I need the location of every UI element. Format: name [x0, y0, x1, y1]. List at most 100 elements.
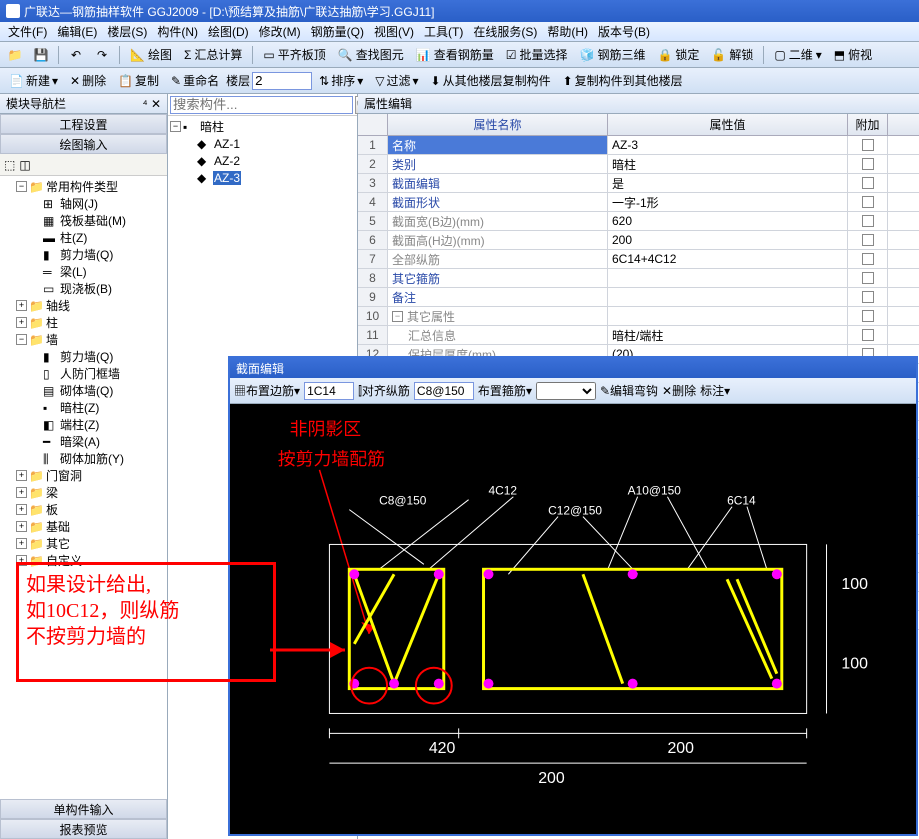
property-row[interactable]: 1名称AZ-3: [358, 136, 919, 155]
unlock-button[interactable]: 🔓解锁: [707, 44, 757, 65]
search-input[interactable]: [170, 96, 353, 114]
sort-button[interactable]: ⇅排序▾: [314, 70, 368, 91]
open-icon[interactable]: 📁: [4, 44, 26, 66]
copy-button[interactable]: 📋复制: [113, 70, 164, 91]
rebar-3d-button[interactable]: 🧊钢筋三维: [575, 44, 649, 65]
subtree-item[interactable]: ◆AZ-1: [170, 135, 355, 152]
tree-item[interactable]: ═梁(L): [2, 263, 165, 280]
prop-extra-checkbox[interactable]: [848, 231, 888, 249]
menu-floor[interactable]: 楼层(S): [103, 22, 151, 41]
prop-extra-checkbox[interactable]: [848, 326, 888, 344]
prop-value[interactable]: [608, 307, 848, 325]
tree-item[interactable]: +📁门窗洞: [2, 467, 165, 484]
prop-value[interactable]: 一字-1形: [608, 193, 848, 211]
menu-version[interactable]: 版本号(B): [594, 22, 654, 41]
save-icon[interactable]: 💾: [30, 44, 52, 66]
tree-item[interactable]: ▪暗柱(Z): [2, 399, 165, 416]
expand-icon[interactable]: +: [16, 300, 27, 311]
prop-extra-checkbox[interactable]: [848, 174, 888, 192]
find-element-button[interactable]: 🔍查找图元: [334, 44, 408, 65]
expand-icon[interactable]: −: [16, 334, 27, 345]
annotation-button[interactable]: 标注▾: [700, 382, 730, 399]
menu-view[interactable]: 视图(V): [370, 22, 418, 41]
tree-item[interactable]: −📁墙: [2, 331, 165, 348]
tree-item[interactable]: ▮剪力墙(Q): [2, 246, 165, 263]
new-button[interactable]: 📄新建▾: [4, 70, 63, 91]
filter-button[interactable]: ▽过滤▾: [370, 70, 423, 91]
align-rebar-button[interactable]: ⫿对齐纵筋: [358, 382, 410, 399]
summary-button[interactable]: Σ汇总计算: [180, 44, 246, 65]
prop-value[interactable]: 6C14+4C12: [608, 250, 848, 268]
subtree-item[interactable]: ◆AZ-2: [170, 152, 355, 169]
se-delete-button[interactable]: ✕删除: [662, 382, 696, 399]
floor-input[interactable]: [252, 72, 312, 90]
prop-extra-checkbox[interactable]: [848, 307, 888, 325]
property-row[interactable]: 11汇总信息暗柱/端柱: [358, 326, 919, 345]
draw-button[interactable]: 📐绘图: [126, 44, 176, 65]
tree-item[interactable]: ⊞轴网(J): [2, 195, 165, 212]
prop-extra-checkbox[interactable]: [848, 269, 888, 287]
place-stirrup-button[interactable]: 布置箍筋▾: [478, 382, 532, 399]
tree-item[interactable]: +📁板: [2, 501, 165, 518]
menu-help[interactable]: 帮助(H): [543, 22, 592, 41]
lock-button[interactable]: 🔒锁定: [653, 44, 703, 65]
accordion-draw-input[interactable]: 绘图输入: [0, 134, 167, 154]
expand-icon[interactable]: +: [16, 538, 27, 549]
accordion-project-settings[interactable]: 工程设置: [0, 114, 167, 134]
prop-extra-checkbox[interactable]: [848, 288, 888, 306]
layer-icon[interactable]: ⬚: [4, 158, 15, 172]
section-canvas[interactable]: 非阴影区 按剪力墙配筋 C8@150 4C12 C12@150 A10@150 …: [230, 404, 916, 834]
property-row[interactable]: 9备注: [358, 288, 919, 307]
tree-item[interactable]: ▮剪力墙(Q): [2, 348, 165, 365]
expand-icon[interactable]: +: [16, 504, 27, 515]
stirrup-input[interactable]: [414, 382, 474, 400]
subtree-item[interactable]: ◆AZ-3: [170, 169, 355, 186]
flat-slab-button[interactable]: ▭平齐板顶: [259, 44, 329, 65]
prop-extra-checkbox[interactable]: [848, 250, 888, 268]
property-row[interactable]: 10−其它属性: [358, 307, 919, 326]
expand-icon[interactable]: −: [16, 181, 27, 192]
expand-icon[interactable]: +: [16, 317, 27, 328]
tree-item[interactable]: +📁梁: [2, 484, 165, 501]
expand-icon[interactable]: +: [16, 521, 27, 532]
property-row[interactable]: 2类别暗柱: [358, 155, 919, 174]
prop-value[interactable]: 200: [608, 231, 848, 249]
expand-icon[interactable]: +: [16, 470, 27, 481]
prop-value[interactable]: [608, 269, 848, 287]
property-row[interactable]: 7全部纵筋6C14+4C12: [358, 250, 919, 269]
property-row[interactable]: 4截面形状一字-1形: [358, 193, 919, 212]
tree-item[interactable]: +📁其它: [2, 535, 165, 552]
undo-icon[interactable]: ↶: [65, 44, 87, 66]
subtree-root[interactable]: −▪暗柱: [170, 118, 355, 135]
prop-extra-checkbox[interactable]: [848, 136, 888, 154]
layer2-icon[interactable]: ◫: [19, 158, 30, 172]
prop-extra-checkbox[interactable]: [848, 212, 888, 230]
menu-modify[interactable]: 修改(M): [255, 22, 305, 41]
edge-rebar-input[interactable]: [304, 382, 354, 400]
delete-button[interactable]: ✕删除: [65, 70, 111, 91]
prop-value[interactable]: AZ-3: [608, 136, 848, 154]
menu-online[interactable]: 在线服务(S): [469, 22, 541, 41]
prop-value[interactable]: [608, 288, 848, 306]
tree-item[interactable]: −📁常用构件类型: [2, 178, 165, 195]
menu-file[interactable]: 文件(F): [4, 22, 51, 41]
menu-rebar[interactable]: 钢筋量(Q): [307, 22, 368, 41]
copy-to-floor-button[interactable]: ⬆复制构件到其他楼层: [558, 70, 688, 91]
nav-close-icon[interactable]: ⁴ ✕: [142, 97, 161, 111]
menu-tools[interactable]: 工具(T): [420, 22, 467, 41]
component-type-tree[interactable]: −📁常用构件类型⊞轴网(J)▦筏板基础(M)▬柱(Z)▮剪力墙(Q)═梁(L)▭…: [0, 176, 167, 799]
tree-item[interactable]: +📁柱: [2, 314, 165, 331]
expand-icon[interactable]: −: [392, 311, 403, 322]
expand-icon[interactable]: −: [170, 121, 181, 132]
stirrup-select[interactable]: [536, 382, 596, 400]
property-row[interactable]: 6截面高(H边)(mm)200: [358, 231, 919, 250]
redo-icon[interactable]: ↷: [91, 44, 113, 66]
tree-item[interactable]: ▤砌体墙(Q): [2, 382, 165, 399]
edit-hook-button[interactable]: ✎编辑弯钩: [600, 382, 658, 399]
tree-item[interactable]: ⫼砌体加筋(Y): [2, 450, 165, 467]
accordion-single-input[interactable]: 单构件输入: [0, 799, 167, 819]
property-row[interactable]: 3截面编辑是: [358, 174, 919, 193]
menu-edit[interactable]: 编辑(E): [53, 22, 101, 41]
top-view-button[interactable]: ⬒俯视: [830, 44, 876, 65]
prop-value[interactable]: 暗柱: [608, 155, 848, 173]
